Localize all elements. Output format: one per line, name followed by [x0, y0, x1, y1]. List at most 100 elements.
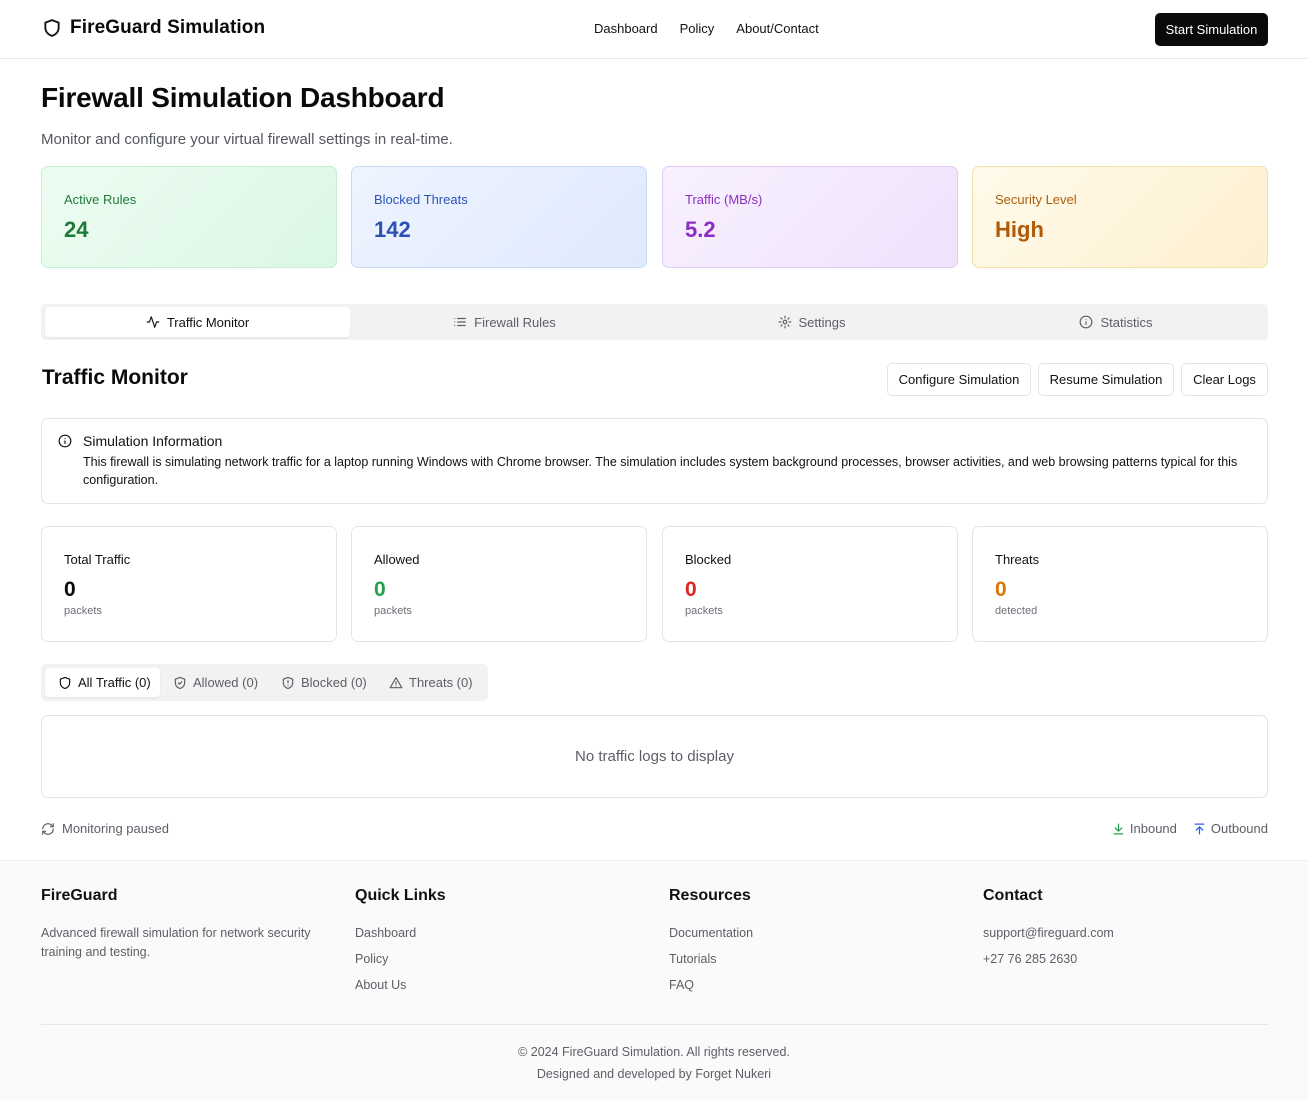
monitoring-status: Monitoring paused: [41, 821, 169, 836]
counter-value: 0: [64, 578, 76, 601]
footer-link-documentation[interactable]: Documentation: [669, 924, 753, 943]
shield-icon: [44, 19, 60, 37]
filter-label: Blocked (0): [301, 675, 367, 690]
activity-icon: [146, 316, 160, 328]
main-tabs: Traffic Monitor Firewall Rules Settings …: [41, 304, 1268, 340]
footer-about-text: Advanced firewall simulation for network…: [41, 926, 311, 959]
filter-all-traffic[interactable]: All Traffic (0): [45, 668, 160, 697]
start-simulation-button[interactable]: Start Simulation: [1155, 13, 1268, 46]
info-icon: [58, 434, 72, 448]
traffic-filter-tabs: All Traffic (0) Allowed (0) Blocked (0) …: [41, 664, 488, 701]
status-text: Monitoring paused: [62, 821, 169, 836]
footer-contact-phone[interactable]: +27 76 285 2630: [983, 950, 1114, 969]
stat-label: Active Rules: [64, 192, 137, 207]
legend-outbound: Outbound: [1193, 821, 1268, 836]
counter-unit: packets: [685, 605, 723, 617]
counter-blocked: Blocked 0 packets: [662, 526, 958, 642]
footer-quick-links-title: Quick Links: [355, 887, 446, 904]
footer-copyright: © 2024 FireGuard Simulation. All rights …: [0, 1041, 1308, 1085]
filter-threats[interactable]: Threats (0): [376, 668, 482, 697]
resume-simulation-button[interactable]: Resume Simulation: [1038, 363, 1174, 396]
empty-logs-message: No traffic logs to display: [575, 748, 734, 765]
counter-unit: detected: [995, 605, 1038, 617]
stat-label: Traffic (MB/s): [685, 192, 763, 207]
simulation-info-box: Simulation Information This firewall is …: [41, 418, 1268, 504]
footer-resources-title: Resources: [669, 887, 751, 904]
footer-contact-title: Contact: [983, 887, 1043, 904]
counter-label: Allowed: [374, 552, 420, 567]
counter-value: 0: [374, 578, 386, 601]
stat-value: 24: [64, 217, 89, 242]
filter-label: All Traffic (0): [78, 675, 151, 690]
filter-label: Allowed (0): [193, 675, 259, 690]
footer-about-title: FireGuard: [41, 887, 118, 904]
footer-divider: [41, 1024, 1268, 1025]
counter-label: Blocked: [685, 552, 732, 567]
traffic-log-panel: No traffic logs to display: [41, 715, 1268, 798]
brand-name: FireGuard Simulation: [70, 17, 266, 38]
stat-card-traffic: Traffic (MB/s) 5.2: [662, 166, 958, 268]
footer-link-about-us[interactable]: About Us: [355, 976, 446, 995]
footer-contact-email[interactable]: support@fireguard.com: [983, 924, 1114, 943]
legend-inbound: Inbound: [1112, 821, 1177, 836]
shield-alert-icon: [282, 676, 294, 689]
clear-logs-button[interactable]: Clear Logs: [1181, 363, 1268, 396]
footer-link-dashboard[interactable]: Dashboard: [355, 924, 446, 943]
configure-simulation-button[interactable]: Configure Simulation: [887, 363, 1031, 396]
direction-legend: Inbound Outbound: [1112, 821, 1268, 836]
tab-settings[interactable]: Settings: [659, 307, 964, 337]
main-nav: Dashboard Policy About/Contact: [594, 21, 819, 36]
stat-label: Blocked Threats: [374, 192, 468, 207]
counter-label: Total Traffic: [64, 552, 131, 567]
tab-traffic-monitor[interactable]: Traffic Monitor: [45, 307, 350, 337]
stat-value: 142: [374, 217, 411, 242]
footer-quick-links: Quick Links Dashboard Policy About Us: [355, 887, 446, 1002]
footer-link-policy[interactable]: Policy: [355, 950, 446, 969]
counter-value: 0: [995, 578, 1007, 601]
counter-allowed: Allowed 0 packets: [351, 526, 647, 642]
tab-label: Firewall Rules: [474, 314, 556, 330]
tab-firewall-rules[interactable]: Firewall Rules: [352, 307, 657, 337]
info-title: Simulation Information: [83, 433, 223, 449]
shield-icon: [59, 676, 71, 689]
tab-label: Settings: [798, 314, 846, 330]
tab-label: Statistics: [1100, 314, 1153, 330]
info-description: This firewall is simulating network traf…: [83, 455, 1238, 487]
section-title: Traffic Monitor: [42, 366, 188, 389]
footer-about: FireGuard Advanced firewall simulation f…: [41, 887, 331, 962]
counter-label: Threats: [995, 552, 1040, 567]
arrow-down-icon: [1113, 823, 1124, 834]
arrow-up-icon: [1194, 823, 1205, 834]
nav-about-contact[interactable]: About/Contact: [736, 21, 818, 36]
page-subtitle: Monitor and configure your virtual firew…: [41, 131, 453, 148]
credit-text: Designed and developed by Forget Nukeri: [536, 1067, 772, 1081]
stat-card-blocked-threats: Blocked Threats 142: [351, 166, 647, 268]
stat-label: Security Level: [995, 192, 1077, 207]
nav-policy[interactable]: Policy: [680, 21, 715, 36]
legend-outbound-label: Outbound: [1210, 821, 1268, 836]
shield-check-icon: [174, 676, 186, 689]
counter-threats: Threats 0 detected: [972, 526, 1268, 642]
refresh-icon: [42, 822, 54, 835]
legend-inbound-label: Inbound: [1129, 821, 1177, 836]
warning-icon: [389, 676, 403, 688]
footer-link-faq[interactable]: FAQ: [669, 976, 753, 995]
tab-statistics[interactable]: Statistics: [966, 307, 1266, 337]
counter-total-traffic: Total Traffic 0 packets: [41, 526, 337, 642]
list-icon: [454, 317, 467, 327]
filter-blocked[interactable]: Blocked (0): [268, 668, 376, 697]
stat-value: 5.2: [685, 217, 716, 242]
filter-allowed[interactable]: Allowed (0): [160, 668, 267, 697]
copyright-text: © 2024 FireGuard Simulation. All rights …: [518, 1045, 790, 1059]
nav-dashboard[interactable]: Dashboard: [594, 21, 658, 36]
footer-link-tutorials[interactable]: Tutorials: [669, 950, 753, 969]
info-icon: [1080, 315, 1093, 329]
counter-unit: packets: [64, 605, 102, 617]
counter-value: 0: [685, 578, 697, 601]
stat-card-security-level: Security Level High: [972, 166, 1268, 268]
tab-label: Traffic Monitor: [166, 314, 250, 330]
stat-card-active-rules: Active Rules 24: [41, 166, 337, 268]
brand[interactable]: FireGuard Simulation: [42, 17, 265, 39]
footer-contact: Contact support@fireguard.com +27 76 285…: [983, 887, 1114, 976]
stat-value: High: [995, 217, 1044, 242]
